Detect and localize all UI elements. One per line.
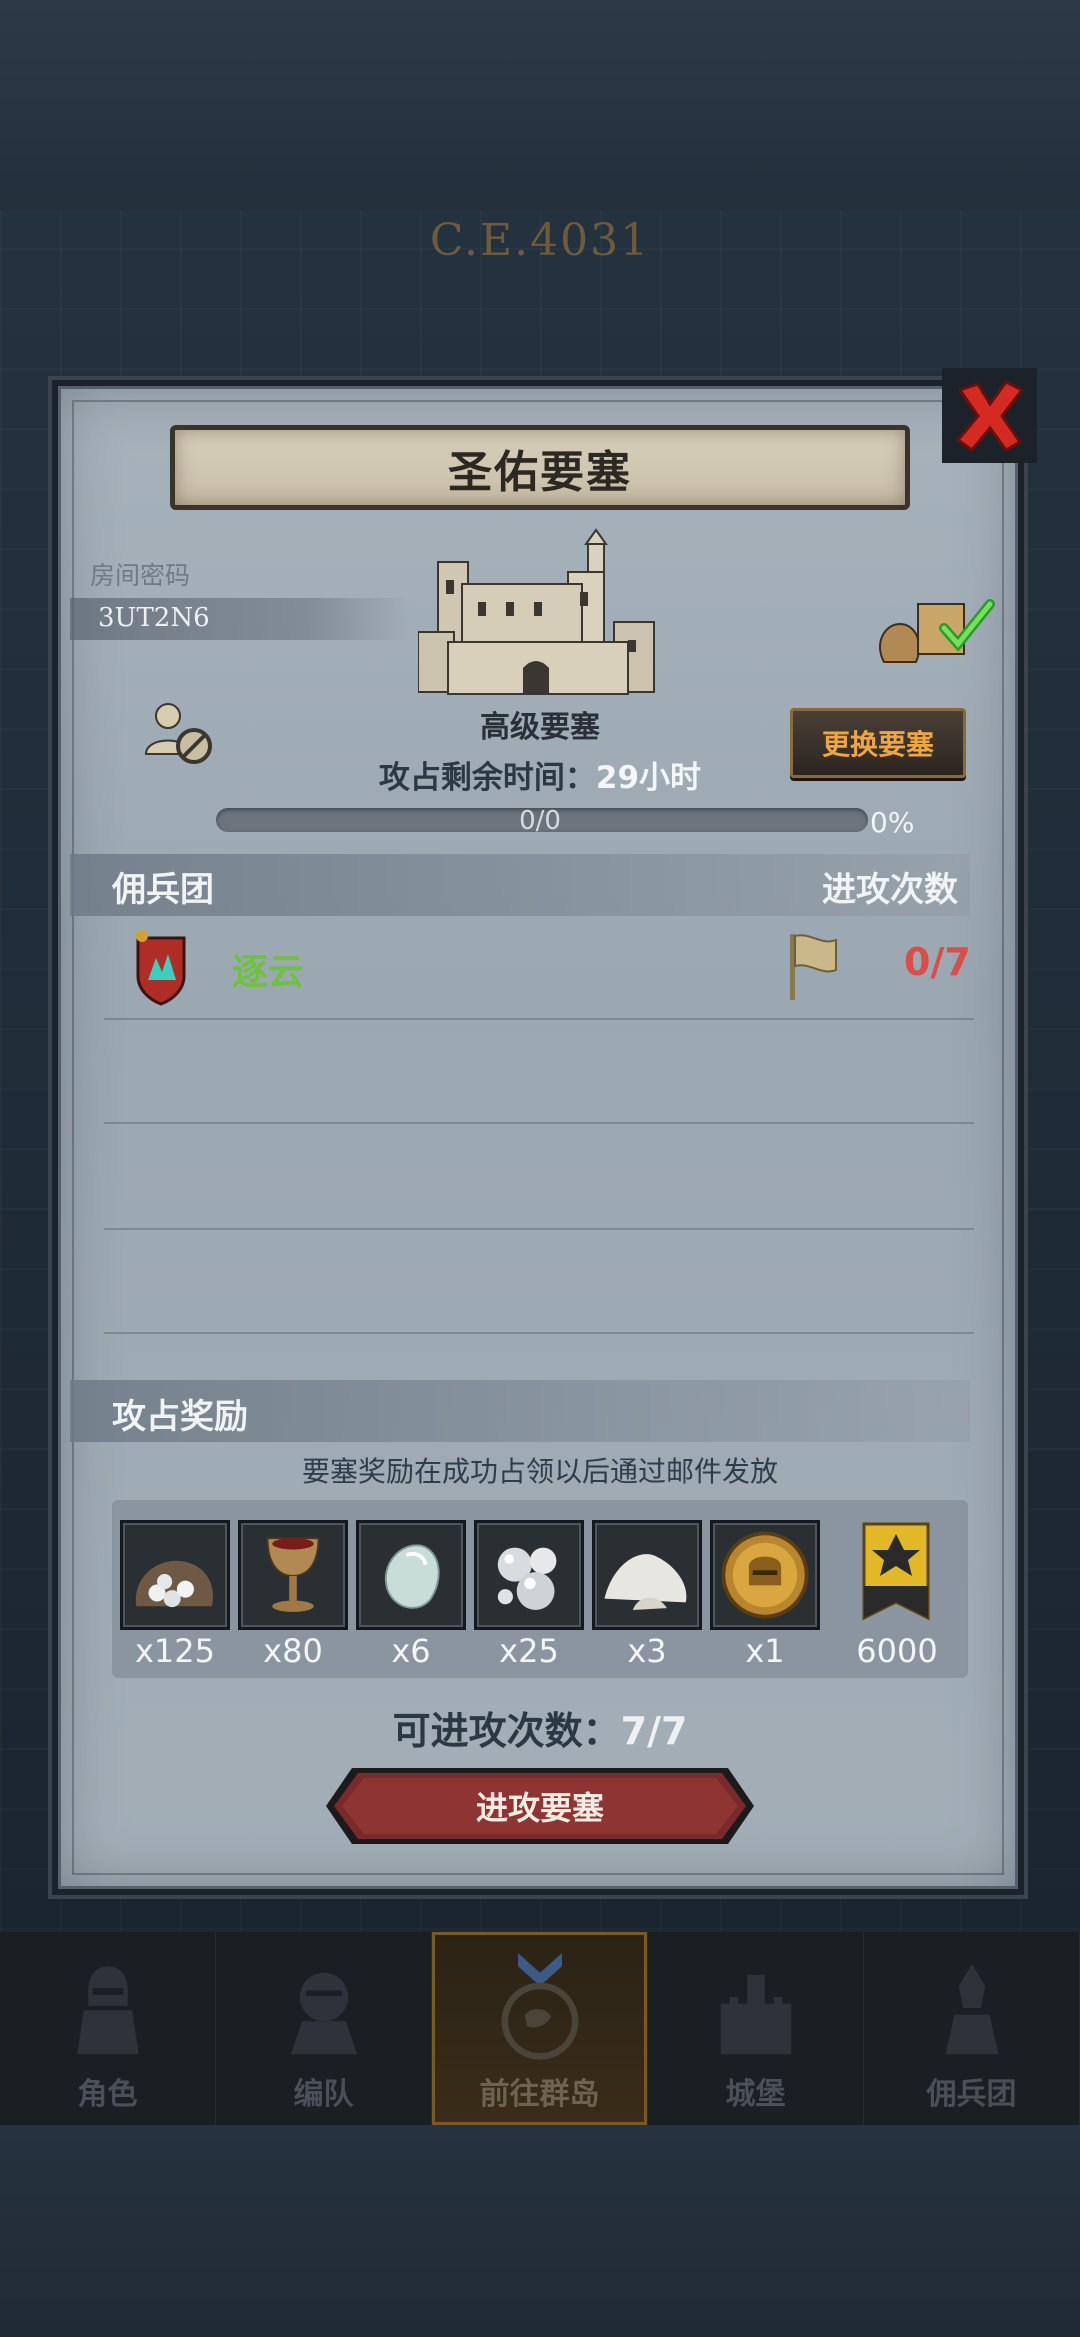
nav-label: 角色 (77, 2077, 138, 2112)
mercenary-emblem-icon (136, 930, 186, 1006)
flag-icon (790, 934, 837, 1000)
attempts-remaining: 可进攻次数：7/7 (0, 1700, 1080, 1755)
attack-count-header: 进攻次数 (822, 870, 958, 910)
reward-qty: x80 (263, 1632, 323, 1670)
time-remaining-label: 攻占剩余时间： (378, 760, 596, 796)
reward-qty: x1 (745, 1632, 785, 1670)
attack-fortress-button[interactable]: 进攻要塞 (324, 1764, 756, 1848)
attempts-label: 可进攻次数： (392, 1709, 621, 1753)
formation-icon (290, 1972, 357, 2055)
nav-item-formation[interactable]: 编队 (216, 1932, 432, 2125)
nav-item-mercenary[interactable]: 佣兵团 (864, 1932, 1080, 2125)
nav-label: 编队 (293, 2077, 354, 2112)
title-banner: 圣佑要塞 (170, 425, 910, 510)
close-button[interactable] (942, 368, 1037, 463)
time-remaining: 攻占剩余时间：29小时 (0, 752, 1080, 797)
mercenary-icon (945, 1964, 998, 2055)
nav-label: 前往群岛 (479, 2077, 600, 2112)
row-divider (104, 1018, 974, 1020)
reward-item-slot[interactable] (474, 1520, 584, 1630)
background-top (0, 0, 1080, 210)
room-password-label: 房间密码 (90, 561, 191, 590)
salt-pile-icon (604, 1554, 687, 1610)
islands-compass-icon (501, 1953, 578, 2060)
reward-item-slot[interactable] (710, 1520, 820, 1630)
reward-qty: x125 (134, 1632, 215, 1670)
row-divider (104, 1122, 974, 1124)
row-divider (104, 1332, 974, 1334)
reward-item-slot[interactable] (238, 1520, 348, 1630)
attack-fortress-label: 进攻要塞 (475, 1789, 604, 1827)
time-remaining-value: 29小时 (595, 760, 702, 796)
close-icon (955, 379, 1024, 452)
nav-item-castle[interactable]: 城堡 (648, 1932, 864, 2125)
attempts-value: 7/7 (620, 1709, 688, 1753)
room-password: 3UT2N6 (98, 603, 210, 633)
background-bottom (0, 2125, 1080, 2337)
rank-banner-icon[interactable] (858, 1520, 934, 1628)
reward-item-slot[interactable] (592, 1520, 702, 1630)
capture-progress-count: 0/0 (519, 806, 561, 836)
nav-item-character[interactable]: 角色 (0, 1932, 216, 2125)
dialog-title: 圣佑要塞 (448, 446, 632, 498)
bottom-nav: 角色 编队 前往群岛 城堡 佣兵团 (0, 1932, 1080, 2125)
golden-helmet-medal-icon (721, 1531, 809, 1619)
reward-qty: x25 (499, 1632, 559, 1670)
era-label: C.E.4031 (429, 215, 651, 266)
fortress-castle-icon (418, 528, 655, 695)
castle-icon (720, 1975, 791, 2055)
row-divider (104, 1228, 974, 1230)
nav-label: 佣兵团 (926, 2077, 1017, 2112)
reward-item-slot[interactable] (356, 1520, 466, 1630)
pearls-icon (497, 1547, 557, 1610)
silver-ore-sack-icon (135, 1560, 213, 1608)
mercenary-attack-count: 0/7 (904, 940, 971, 984)
reward-item-slot[interactable] (120, 1520, 230, 1630)
gemstone-icon (384, 1544, 440, 1609)
reward-note: 要塞奖励在成功占领以后通过邮件发放 (301, 1455, 778, 1488)
nav-label: 城堡 (725, 2077, 786, 2112)
nav-item-islands[interactable]: 前往群岛 (432, 1932, 648, 2125)
reward-qty: x6 (391, 1632, 431, 1670)
reward-qty: x3 (627, 1632, 667, 1670)
reward-qty: 6000 (856, 1632, 938, 1670)
mercenary-name: 逐云 (232, 952, 305, 993)
knight-icon (76, 1966, 139, 2055)
resource-bags-check-icon[interactable] (874, 584, 996, 664)
mercenary-header: 佣兵团 (112, 870, 214, 910)
capture-progress-percent: 0% (870, 806, 915, 839)
goblet-icon (266, 1537, 320, 1612)
reward-header: 攻占奖励 (112, 1397, 248, 1437)
